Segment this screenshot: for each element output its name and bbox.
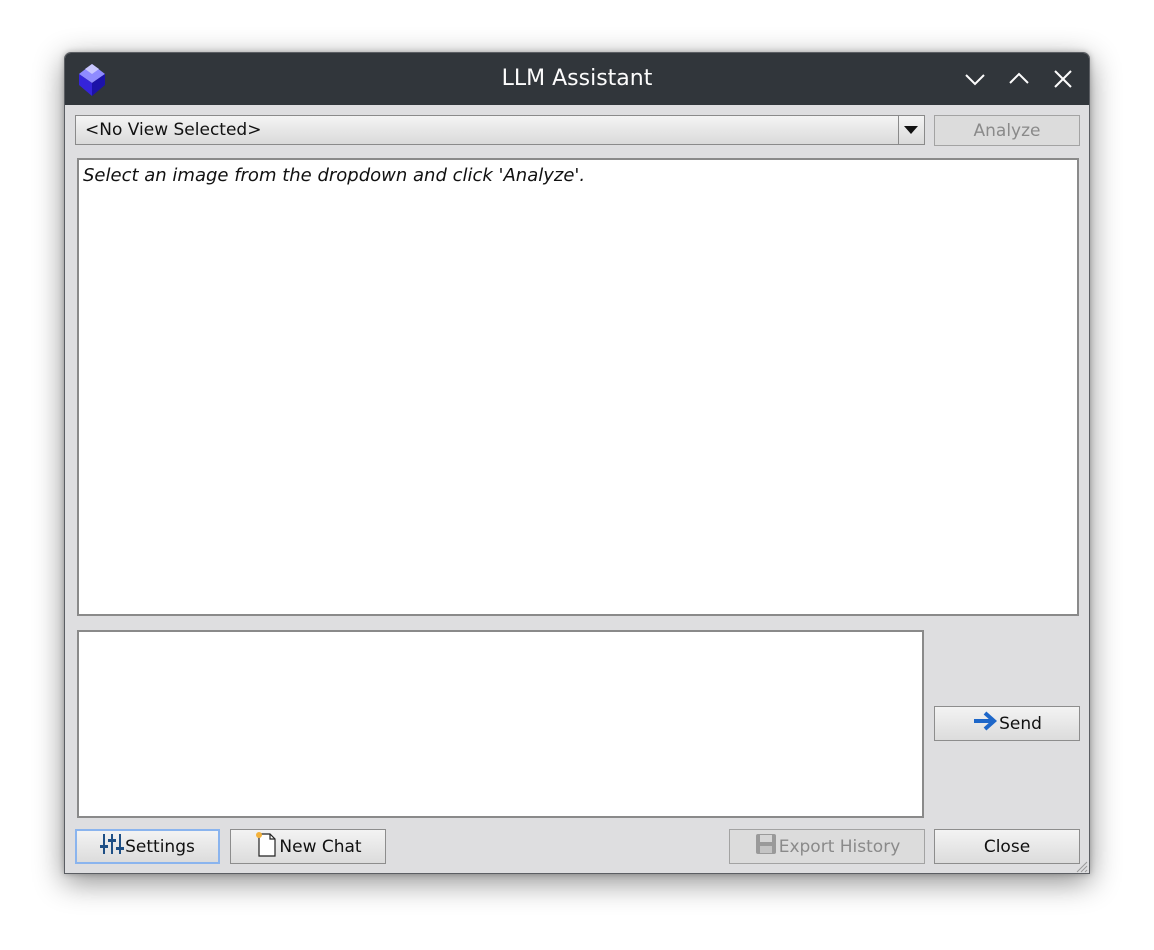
window-title: LLM Assistant	[501, 66, 653, 91]
close-button-label: Close	[983, 836, 1031, 857]
chevron-up-icon	[1009, 72, 1029, 84]
chevron-down-icon	[965, 74, 985, 86]
send-button[interactable]: Send	[934, 706, 1080, 741]
floppy-disk-icon	[754, 832, 778, 861]
close-button[interactable]: Close	[934, 829, 1080, 864]
minimize-button[interactable]	[963, 67, 987, 91]
output-message: Select an image from the dropdown and cl…	[83, 165, 586, 186]
new-chat-button-label: New Chat	[279, 836, 362, 857]
analyze-button[interactable]: Analyze	[934, 115, 1080, 146]
chat-output-area[interactable]: Select an image from the dropdown and cl…	[77, 158, 1079, 616]
title-bar[interactable]: LLM Assistant	[65, 53, 1089, 105]
send-button-label: Send	[999, 713, 1042, 734]
resize-grip-icon[interactable]	[1074, 858, 1088, 873]
llm-assistant-window: LLM Assistant <No View Selected> Analyze…	[64, 52, 1090, 874]
settings-button[interactable]: Settings	[75, 829, 220, 864]
view-selector-value: <No View Selected>	[85, 120, 262, 140]
dropdown-arrow-icon[interactable]	[898, 116, 924, 144]
message-input[interactable]	[77, 630, 924, 818]
analyze-button-label: Analyze	[973, 120, 1041, 141]
close-window-button[interactable]	[1051, 67, 1075, 91]
settings-button-label: Settings	[125, 836, 195, 857]
close-icon	[1054, 70, 1072, 88]
export-history-button-label: Export History	[778, 836, 901, 857]
new-chat-button[interactable]: New Chat	[230, 829, 386, 864]
maximize-button[interactable]	[1007, 67, 1031, 91]
new-document-icon	[254, 831, 278, 862]
export-history-button[interactable]: Export History	[729, 829, 925, 864]
sliders-icon	[100, 833, 125, 860]
arrow-right-icon	[972, 711, 998, 736]
dialog-content: <No View Selected> Analyze Select an ima…	[65, 105, 1089, 873]
view-selector-dropdown[interactable]: <No View Selected>	[75, 115, 925, 145]
